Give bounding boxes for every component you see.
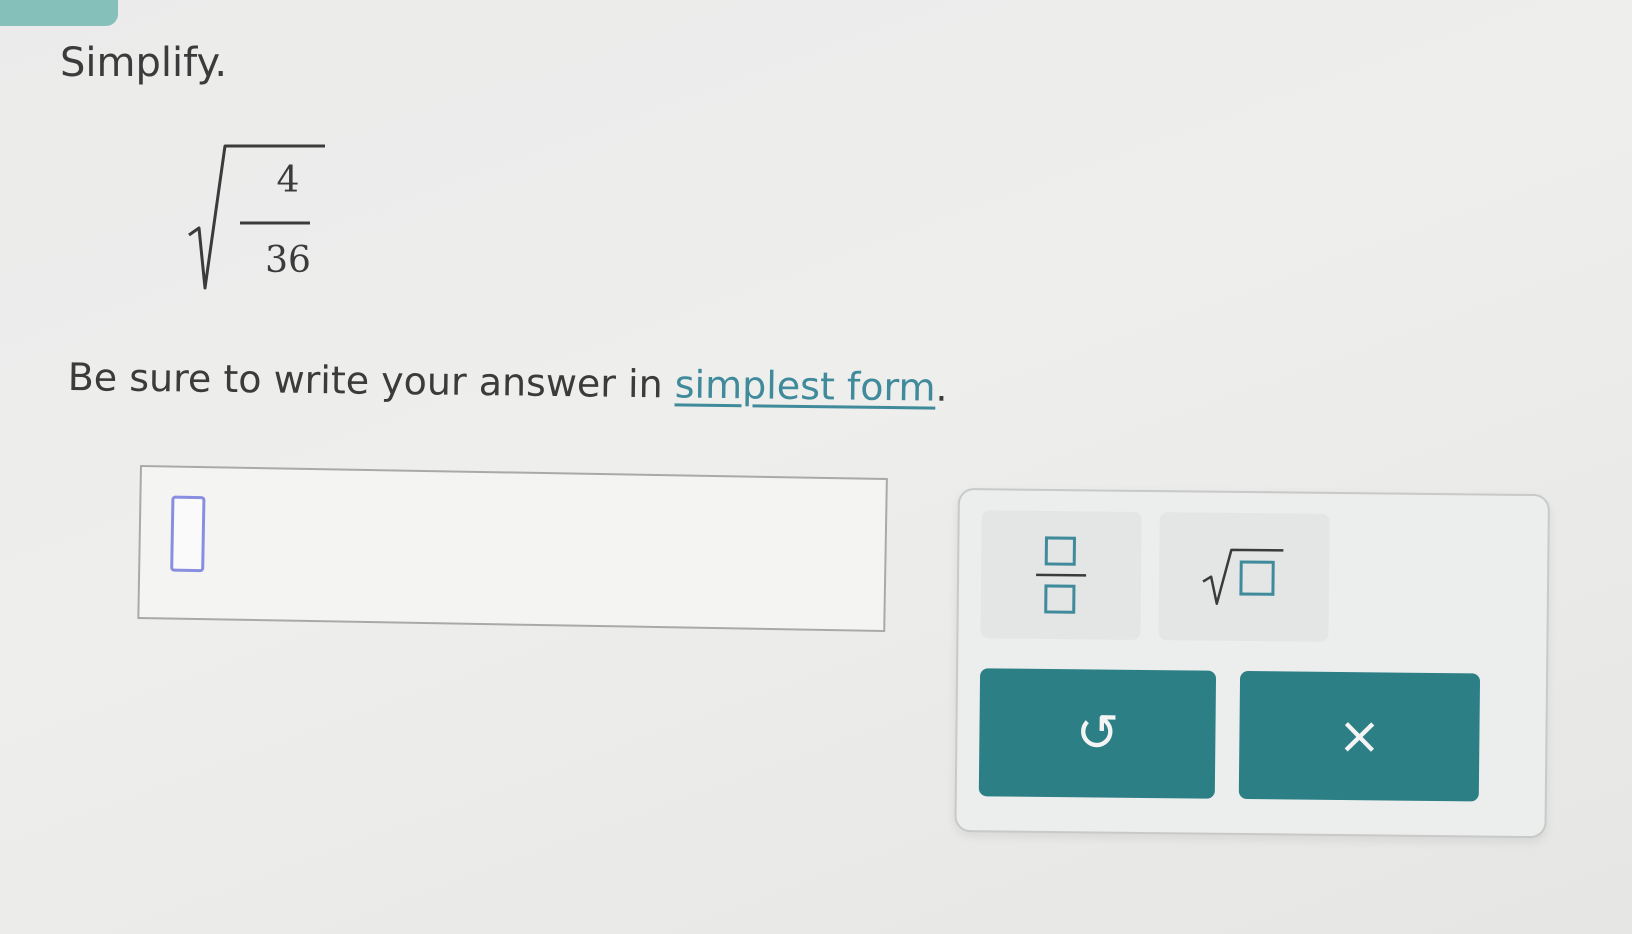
sqrt-template-icon: [1202, 548, 1284, 605]
undo-icon: ↺: [1075, 703, 1120, 764]
answer-note: Be sure to write your answer in simplest…: [67, 355, 947, 410]
top-tab: [0, 0, 118, 26]
close-icon: ×: [1337, 705, 1382, 767]
note-prefix: Be sure to write your answer in: [67, 355, 676, 407]
answer-input[interactable]: [137, 465, 888, 633]
fraction-template-icon: [1036, 536, 1087, 614]
expression-numerator: 4: [276, 160, 300, 201]
sqrt-button[interactable]: [1158, 512, 1330, 642]
instruction-text: Simplify.: [60, 40, 228, 86]
expression-denominator: 36: [265, 240, 311, 281]
simplest-form-link[interactable]: simplest form: [674, 362, 935, 409]
answer-placeholder-box[interactable]: [170, 495, 206, 573]
clear-button[interactable]: ×: [1238, 670, 1481, 802]
math-keypad: ↺ ×: [954, 488, 1550, 839]
fraction-button[interactable]: [980, 510, 1142, 640]
note-suffix: .: [935, 365, 948, 410]
undo-button[interactable]: ↺: [978, 668, 1217, 799]
